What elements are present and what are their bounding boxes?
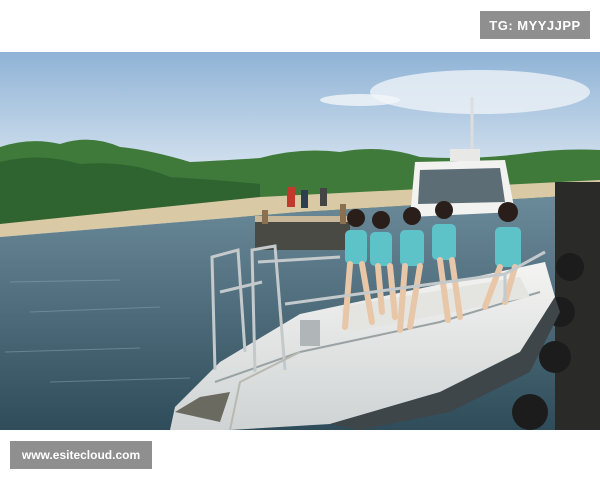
watermark-top: TG: MYYJJPP [480,11,590,39]
boat-photo [0,52,600,430]
watermark-bottom: www.esitecloud.com [10,441,152,469]
